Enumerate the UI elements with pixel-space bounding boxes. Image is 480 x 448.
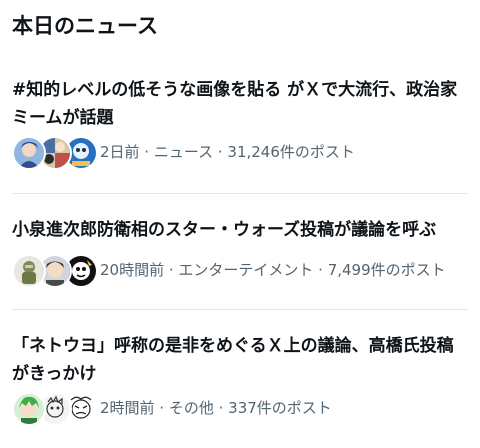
avatar-group xyxy=(12,252,102,288)
news-item-meta-row: 2時間前 · その他 · 337件のポスト xyxy=(12,390,332,426)
divider xyxy=(12,309,468,310)
news-item-meta: 2日前 · ニュース · 31,246件のポスト xyxy=(100,143,355,161)
avatar-group xyxy=(12,390,102,426)
news-item[interactable]: 「ネトウヨ」呼称の是非をめぐるＸ上の議論、高橋氏投稿がきっかけ 2時間前 · そ… xyxy=(0,328,480,440)
news-panel: 本日のニュース #知的レベルの低そうな画像を貼る がＸで大流行、政治家ミームが話… xyxy=(0,0,480,448)
avatar-group xyxy=(12,134,102,170)
avatar-green-hair xyxy=(12,392,46,426)
avatar-anime-character xyxy=(12,136,46,170)
news-item-meta-row: 2日前 · ニュース · 31,246件のポスト xyxy=(12,134,355,170)
section-title: 本日のニュース xyxy=(12,14,158,38)
divider xyxy=(12,193,468,194)
avatar-soldier xyxy=(12,254,46,288)
news-item-title[interactable]: 「ネトウヨ」呼称の是非をめぐるＸ上の議論、高橋氏投稿がきっかけ xyxy=(12,332,470,388)
news-item[interactable]: #知的レベルの低そうな画像を貼る がＸで大流行、政治家ミームが話題 2日前 · … xyxy=(0,72,480,184)
news-item-title[interactable]: 小泉進次郎防衛相のスター・ウォーズ投稿が議論を呼ぶ xyxy=(12,216,470,244)
news-item-meta-row: 20時間前 · エンターテイメント · 7,499件のポスト xyxy=(12,252,446,288)
news-item-meta: 2時間前 · その他 · 337件のポスト xyxy=(100,399,332,417)
news-item-title[interactable]: #知的レベルの低そうな画像を貼る がＸで大流行、政治家ミームが話題 xyxy=(12,76,470,132)
news-item-meta: 20時間前 · エンターテイメント · 7,499件のポスト xyxy=(100,261,446,279)
news-item[interactable]: 小泉進次郎防衛相のスター・ウォーズ投稿が議論を呼ぶ 20時間前 · エンターテイ… xyxy=(0,212,480,302)
